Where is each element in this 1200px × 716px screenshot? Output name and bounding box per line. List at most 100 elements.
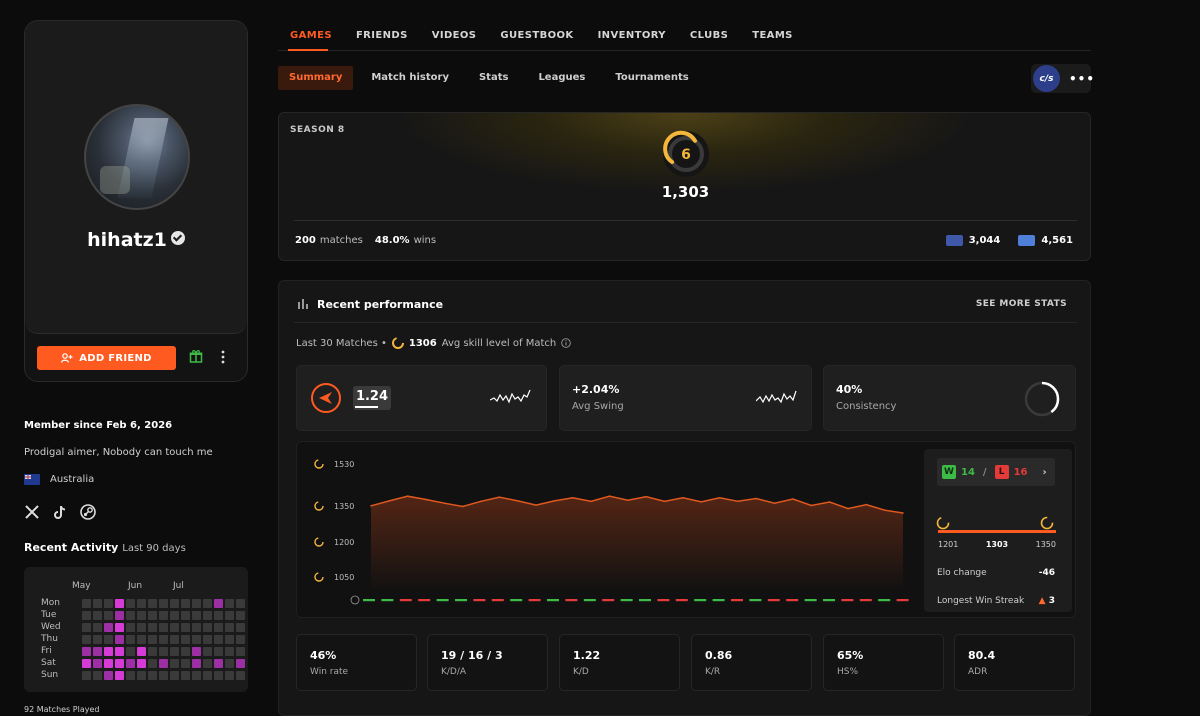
- activity-cell[interactable]: [225, 623, 234, 632]
- match-result-win[interactable]: [381, 599, 394, 602]
- activity-cell[interactable]: [104, 635, 113, 644]
- elo-point[interactable]: [425, 498, 427, 501]
- match-result-loss[interactable]: [418, 599, 431, 602]
- elo-point[interactable]: [682, 497, 684, 499]
- activity-cell[interactable]: [137, 611, 146, 620]
- activity-cell[interactable]: [214, 635, 223, 644]
- activity-cell[interactable]: [214, 671, 223, 680]
- elo-point[interactable]: [370, 504, 372, 507]
- elo-point[interactable]: [828, 501, 831, 503]
- match-result-loss[interactable]: [491, 599, 504, 602]
- match-result-loss[interactable]: [399, 599, 412, 602]
- tab-inventory[interactable]: INVENTORY: [598, 30, 666, 41]
- elo-point[interactable]: [902, 512, 904, 514]
- country-rank[interactable]: 3,044: [969, 235, 1001, 246]
- activity-cell[interactable]: [159, 623, 168, 632]
- activity-cell[interactable]: [115, 659, 124, 668]
- elo-point[interactable]: [553, 500, 556, 502]
- match-result-win[interactable]: [455, 599, 467, 602]
- elo-point[interactable]: [590, 500, 592, 503]
- match-result-win[interactable]: [639, 599, 651, 602]
- tab-friends[interactable]: FRIENDS: [356, 30, 408, 41]
- activity-cell[interactable]: [181, 635, 190, 644]
- activity-cell[interactable]: [126, 635, 135, 644]
- activity-cell[interactable]: [126, 611, 135, 620]
- subtab-stats[interactable]: Stats: [479, 66, 508, 90]
- activity-cell[interactable]: [181, 647, 190, 656]
- match-result-win[interactable]: [583, 599, 596, 602]
- match-result-win[interactable]: [878, 599, 891, 602]
- tab-videos[interactable]: VIDEOS: [432, 30, 477, 41]
- activity-cell[interactable]: [236, 635, 245, 644]
- activity-cell[interactable]: [82, 659, 91, 668]
- cs-logo-icon[interactable]: c/s: [1033, 65, 1060, 92]
- match-result-win[interactable]: [749, 599, 762, 602]
- activity-cell[interactable]: [159, 647, 168, 656]
- activity-cell[interactable]: [203, 599, 212, 608]
- elo-point[interactable]: [388, 500, 391, 502]
- activity-cell[interactable]: [170, 635, 179, 644]
- activity-cell[interactable]: [192, 623, 201, 632]
- elo-point[interactable]: [883, 509, 886, 511]
- activity-cell[interactable]: [126, 659, 135, 668]
- match-result-loss[interactable]: [528, 599, 541, 602]
- elo-point[interactable]: [773, 502, 776, 504]
- activity-cell[interactable]: [203, 647, 212, 656]
- activity-cell[interactable]: [126, 671, 135, 680]
- activity-cell[interactable]: [159, 659, 168, 668]
- match-result-loss[interactable]: [731, 599, 743, 602]
- activity-cell[interactable]: [170, 623, 179, 632]
- activity-cell[interactable]: [170, 659, 179, 668]
- activity-cell[interactable]: [93, 635, 102, 644]
- activity-cell[interactable]: [137, 659, 146, 668]
- elo-point[interactable]: [461, 505, 464, 508]
- match-result-loss[interactable]: [841, 599, 854, 602]
- tab-guestbook[interactable]: GUESTBOOK: [500, 30, 573, 41]
- activity-cell[interactable]: [82, 599, 91, 608]
- activity-cell[interactable]: [93, 647, 102, 656]
- activity-cell[interactable]: [82, 635, 91, 644]
- activity-cell[interactable]: [225, 599, 234, 608]
- match-result-loss[interactable]: [859, 599, 872, 602]
- elo-point[interactable]: [645, 495, 647, 498]
- activity-cell[interactable]: [170, 599, 179, 608]
- elo-point[interactable]: [718, 497, 721, 499]
- activity-cell[interactable]: [170, 611, 179, 620]
- activity-cell[interactable]: [104, 671, 113, 680]
- activity-cell[interactable]: [214, 599, 223, 608]
- activity-cell[interactable]: [104, 647, 113, 656]
- activity-cell[interactable]: [181, 611, 190, 620]
- activity-cell[interactable]: [225, 611, 234, 620]
- win-loss-badge[interactable]: W 14 / L 16 ›: [937, 458, 1055, 486]
- activity-cell[interactable]: [192, 635, 201, 644]
- activity-cell[interactable]: [82, 623, 91, 632]
- subtab-summary[interactable]: Summary: [278, 66, 354, 90]
- activity-cell[interactable]: [236, 623, 245, 632]
- info-icon[interactable]: [350, 595, 360, 605]
- activity-cell[interactable]: [126, 599, 135, 608]
- activity-cell[interactable]: [236, 671, 245, 680]
- activity-cell[interactable]: [104, 623, 113, 632]
- activity-cell[interactable]: [225, 671, 234, 680]
- activity-cell[interactable]: [159, 671, 168, 680]
- elo-point[interactable]: [516, 500, 519, 502]
- activity-cell[interactable]: [203, 659, 212, 668]
- subtab-leagues[interactable]: Leagues: [538, 66, 585, 90]
- activity-cell[interactable]: [148, 659, 157, 668]
- tab-clubs[interactable]: CLUBS: [690, 30, 728, 41]
- activity-cell[interactable]: [192, 671, 201, 680]
- activity-cell[interactable]: [236, 647, 245, 656]
- match-result-loss[interactable]: [473, 599, 486, 602]
- activity-cell[interactable]: [93, 611, 102, 620]
- add-friend-button[interactable]: ADD FRIEND: [37, 346, 176, 370]
- activity-cell[interactable]: [137, 671, 146, 680]
- activity-cell[interactable]: [126, 647, 135, 656]
- activity-cell[interactable]: [137, 635, 146, 644]
- activity-cell[interactable]: [93, 659, 102, 668]
- activity-cell[interactable]: [214, 623, 223, 632]
- activity-cell[interactable]: [82, 671, 91, 680]
- match-result-win[interactable]: [712, 599, 725, 602]
- activity-cell[interactable]: [137, 647, 146, 656]
- activity-cell[interactable]: [137, 599, 146, 608]
- activity-cell[interactable]: [104, 599, 113, 608]
